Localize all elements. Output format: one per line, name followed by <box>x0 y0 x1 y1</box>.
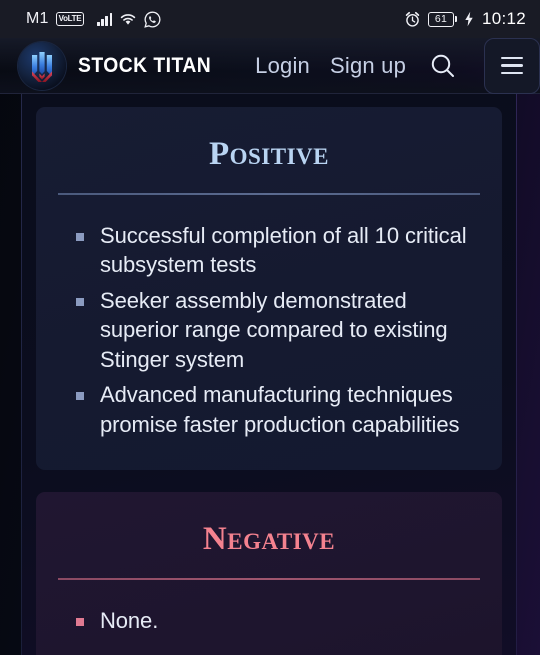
list-item: None. <box>76 606 476 636</box>
signup-link[interactable]: Sign up <box>330 53 406 79</box>
carrier-label: M1 <box>26 10 49 27</box>
content-column: Positive Successful completion of all 10… <box>22 94 516 655</box>
app-header: STOCK TITAN Login Sign up <box>0 37 540 94</box>
charging-bolt-icon <box>464 11 474 27</box>
phone-screen: M1 VoLTE 61 10:12 STOCK TITAN Login Sign… <box>0 0 540 655</box>
negative-bullet-list: None. <box>54 606 484 636</box>
brand-name: STOCK TITAN <box>78 53 212 77</box>
positive-card: Positive Successful completion of all 10… <box>36 107 502 470</box>
wifi-icon <box>119 12 137 26</box>
right-rail <box>516 94 517 655</box>
whatsapp-icon <box>144 11 161 28</box>
signal-bars-icon <box>97 12 113 26</box>
battery-indicator: 61 <box>427 11 457 27</box>
list-item: Advanced manufacturing techniques promis… <box>76 380 476 439</box>
negative-card: Negative None. <box>36 492 502 655</box>
status-bar-right: 61 10:12 <box>404 9 526 29</box>
positive-bullet-list: Successful completion of all 10 critical… <box>54 221 484 440</box>
menu-line-3 <box>501 71 523 75</box>
alarm-clock-icon <box>404 11 421 28</box>
positive-title-divider <box>58 193 480 195</box>
negative-card-title: Negative <box>202 521 336 557</box>
hamburger-menu-icon[interactable] <box>484 37 540 94</box>
stock-titan-logo-icon <box>18 41 66 90</box>
list-item: Seeker assembly demonstrated superior ra… <box>76 286 476 375</box>
battery-cap <box>454 16 457 22</box>
list-item: Successful completion of all 10 critical… <box>76 221 476 280</box>
volte-badge: VoLTE <box>55 12 85 26</box>
positive-card-title: Positive <box>208 136 330 172</box>
battery-percent: 61 <box>427 11 454 27</box>
negative-title-divider <box>58 578 480 580</box>
brand-home-link[interactable]: STOCK TITAN <box>18 41 223 90</box>
page-content: Positive Successful completion of all 10… <box>0 94 540 655</box>
login-link[interactable]: Login <box>255 53 310 79</box>
status-bar-left: M1 VoLTE <box>26 10 161 28</box>
status-bar: M1 VoLTE 61 10:12 <box>0 0 540 38</box>
menu-line-1 <box>501 56 523 60</box>
search-icon[interactable] <box>426 49 460 83</box>
header-nav: Login Sign up <box>255 37 540 94</box>
clock-time: 10:12 <box>481 9 526 28</box>
menu-line-2 <box>501 64 523 67</box>
